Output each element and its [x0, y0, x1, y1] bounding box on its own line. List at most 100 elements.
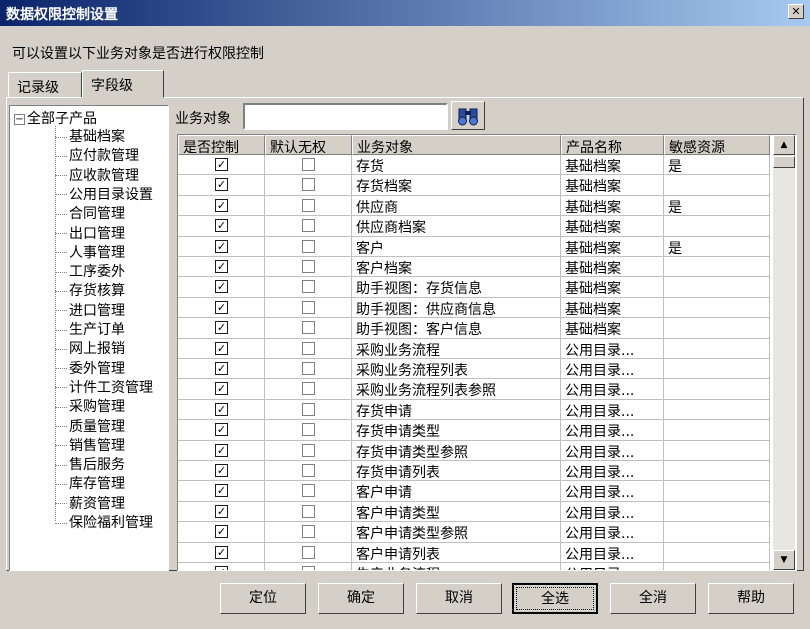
tab-field-level[interactable]: 字段级	[82, 70, 164, 98]
default-deny-checkbox[interactable]	[302, 341, 315, 355]
tree-item[interactable]: 库存管理	[55, 473, 125, 492]
table-row[interactable]: ✓ 客户申请类型 公用目录...	[178, 501, 770, 523]
tree-item[interactable]: 计件工资管理	[55, 377, 153, 396]
scroll-down-icon[interactable]: ▼	[773, 550, 795, 570]
deselect-all-button[interactable]: 全消	[610, 583, 696, 614]
tree-item[interactable]: 基础档案	[55, 126, 125, 145]
ok-button[interactable]: 确定	[318, 583, 404, 614]
control-checkbox[interactable]: ✓	[215, 423, 228, 437]
table-row[interactable]: ✓ 存货 基础档案是	[178, 155, 770, 176]
tree-item[interactable]: 委外管理	[55, 358, 125, 377]
table-row[interactable]: ✓ 客户 基础档案是	[178, 236, 770, 257]
control-checkbox[interactable]: ✓	[215, 341, 228, 355]
table-row[interactable]: ✓ 客户申请 公用目录...	[178, 481, 770, 502]
header-default-deny[interactable]: 默认无权	[265, 135, 352, 155]
table-row[interactable]: ✓ 采购业务流程 公用目录...	[178, 338, 770, 359]
header-control[interactable]: 是否控制	[178, 135, 265, 155]
table-row[interactable]: ✓ 供应商 基础档案是	[178, 195, 770, 217]
table-row[interactable]: ✓ 采购业务流程列表参照 公用目录...	[178, 379, 770, 400]
tree-item[interactable]: 应收款管理	[55, 165, 139, 184]
tree-item[interactable]: 薪资管理	[55, 493, 125, 512]
control-checkbox[interactable]: ✓	[215, 545, 228, 559]
default-deny-checkbox[interactable]	[302, 260, 315, 273]
tree-item[interactable]: 销售管理	[55, 435, 125, 454]
default-deny-checkbox[interactable]	[302, 239, 315, 253]
table-row[interactable]: ✓ 助手视图：供应商信息 基础档案	[178, 297, 770, 319]
default-deny-checkbox[interactable]	[302, 484, 315, 498]
control-checkbox[interactable]: ✓	[215, 362, 228, 375]
table-row[interactable]: ✓ 助手视图：存货信息 基础档案	[178, 277, 770, 298]
default-deny-checkbox[interactable]	[302, 321, 315, 335]
default-deny-checkbox[interactable]	[302, 443, 315, 457]
control-checkbox[interactable]: ✓	[215, 321, 228, 335]
default-deny-checkbox[interactable]	[302, 198, 315, 212]
default-deny-checkbox[interactable]	[302, 464, 315, 477]
table-row[interactable]: ✓ 存货申请列表 公用目录...	[178, 461, 770, 482]
table-row[interactable]: ✓ 助手视图：客户信息 基础档案	[178, 318, 770, 339]
tab-record-level[interactable]: 记录级	[8, 72, 82, 98]
business-object-input[interactable]	[243, 103, 448, 130]
default-deny-checkbox[interactable]	[302, 280, 315, 294]
control-checkbox[interactable]: ✓	[215, 525, 228, 539]
scroll-thumb[interactable]	[773, 156, 795, 168]
tree-item[interactable]: 公用目录设置	[55, 184, 153, 203]
control-checkbox[interactable]: ✓	[215, 402, 228, 416]
table-row[interactable]: ✓ 存货申请类型 公用目录...	[178, 420, 770, 441]
tree-item[interactable]: 网上报销	[55, 338, 125, 357]
table-row[interactable]: ✓ 供应商档案 基础档案	[178, 216, 770, 237]
control-checkbox[interactable]: ✓	[215, 382, 228, 396]
control-checkbox[interactable]: ✓	[215, 443, 228, 457]
control-checkbox[interactable]: ✓	[215, 239, 228, 253]
tree-item[interactable]: 售后服务	[55, 454, 125, 473]
table-row[interactable]: ✓ 存货申请 公用目录...	[178, 399, 770, 421]
cancel-button[interactable]: 取消	[416, 583, 502, 614]
default-deny-checkbox[interactable]	[302, 504, 315, 518]
default-deny-checkbox[interactable]	[302, 525, 315, 539]
tree-item[interactable]: 应付款管理	[55, 145, 139, 164]
header-product-name[interactable]: 产品名称	[561, 135, 664, 155]
table-row[interactable]: ✓ 生产业务流程公用目录...	[178, 563, 770, 570]
help-button[interactable]: 帮助	[708, 583, 794, 614]
control-checkbox[interactable]: ✓	[215, 484, 228, 498]
collapse-icon[interactable]: −	[14, 113, 25, 125]
table-row[interactable]: ✓ 客户申请列表 公用目录...	[178, 542, 770, 563]
header-business-object[interactable]: 业务对象	[352, 135, 561, 155]
table-row[interactable]: ✓ 客户申请类型参照 公用目录...	[178, 522, 770, 543]
control-checkbox[interactable]: ✓	[215, 158, 228, 171]
tree-item[interactable]: 存货核算	[55, 280, 125, 299]
default-deny-checkbox[interactable]	[302, 566, 315, 570]
control-checkbox[interactable]: ✓	[215, 219, 228, 233]
default-deny-checkbox[interactable]	[302, 362, 315, 375]
control-checkbox[interactable]: ✓	[215, 280, 228, 294]
default-deny-checkbox[interactable]	[302, 382, 315, 396]
scroll-up-icon[interactable]: ▲	[773, 135, 795, 155]
tree-item[interactable]: 质量管理	[55, 416, 125, 435]
default-deny-checkbox[interactable]	[302, 219, 315, 233]
search-button[interactable]	[451, 101, 485, 130]
header-sensitive[interactable]: 敏感资源	[664, 135, 770, 155]
table-row[interactable]: ✓ 采购业务流程列表 公用目录...	[178, 359, 770, 380]
close-icon[interactable]: ✕	[788, 4, 804, 19]
tree-item[interactable]: 工序委外	[55, 261, 125, 280]
select-all-button[interactable]: 全选	[512, 583, 598, 614]
tree-item[interactable]: 保险福利管理	[55, 512, 153, 531]
table-row[interactable]: ✓ 存货档案 基础档案	[178, 175, 770, 196]
default-deny-checkbox[interactable]	[302, 402, 315, 416]
default-deny-checkbox[interactable]	[302, 178, 315, 192]
control-checkbox[interactable]: ✓	[215, 198, 228, 212]
default-deny-checkbox[interactable]	[302, 545, 315, 559]
product-tree[interactable]: − 全部子产品 基础档案 应付款管理 应收款管理 公用目录设置 合同管理 出口管理 人事管理工…	[9, 105, 169, 571]
tree-root[interactable]: − 全部子产品	[14, 108, 97, 128]
locate-button[interactable]: 定位	[220, 583, 306, 614]
tree-item[interactable]: 出口管理	[55, 223, 125, 242]
tree-item[interactable]: 采购管理	[55, 396, 125, 415]
table-row[interactable]: ✓ 存货申请类型参照 公用目录...	[178, 440, 770, 461]
default-deny-checkbox[interactable]	[302, 158, 315, 171]
control-checkbox[interactable]: ✓	[215, 464, 228, 477]
tree-item[interactable]: 进口管理	[55, 300, 125, 319]
tree-item[interactable]: 合同管理	[55, 203, 125, 222]
table-row[interactable]: ✓ 客户档案 基础档案	[178, 257, 770, 278]
control-checkbox[interactable]: ✓	[215, 504, 228, 518]
control-checkbox[interactable]: ✓	[215, 300, 228, 314]
vertical-scrollbar[interactable]: ▲ ▼	[773, 135, 795, 570]
